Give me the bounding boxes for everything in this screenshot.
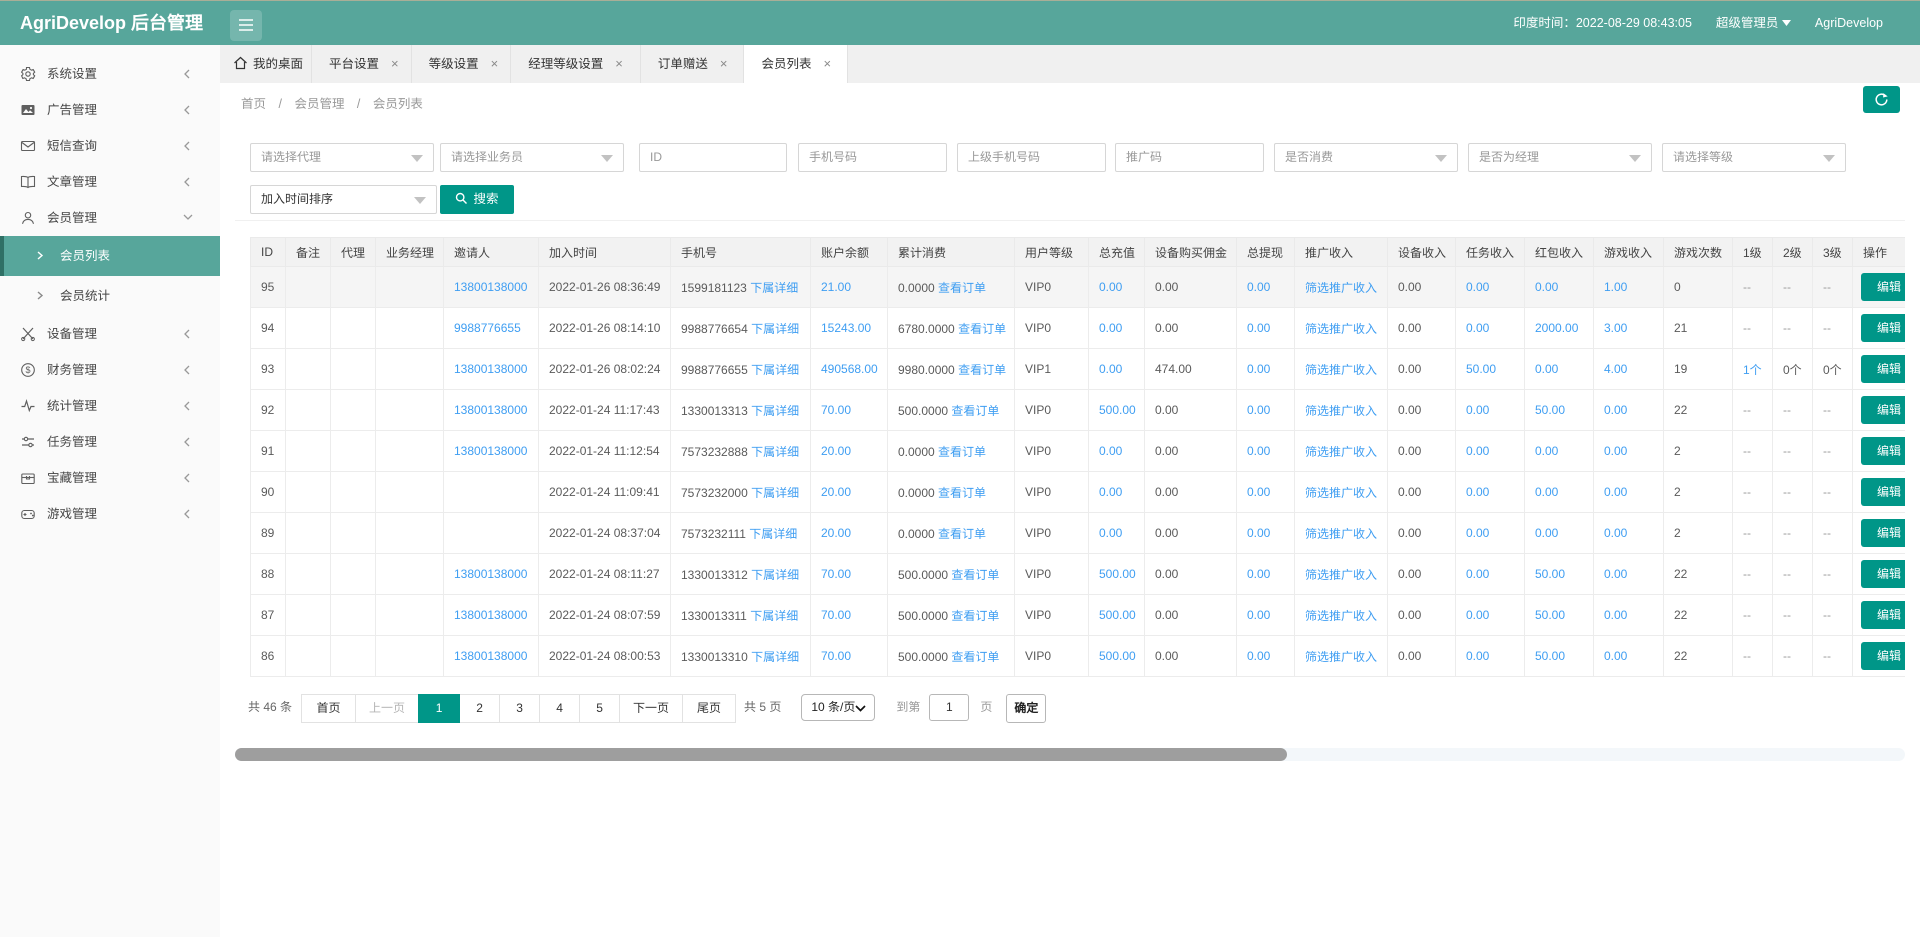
svg-text:$: $	[25, 365, 30, 375]
